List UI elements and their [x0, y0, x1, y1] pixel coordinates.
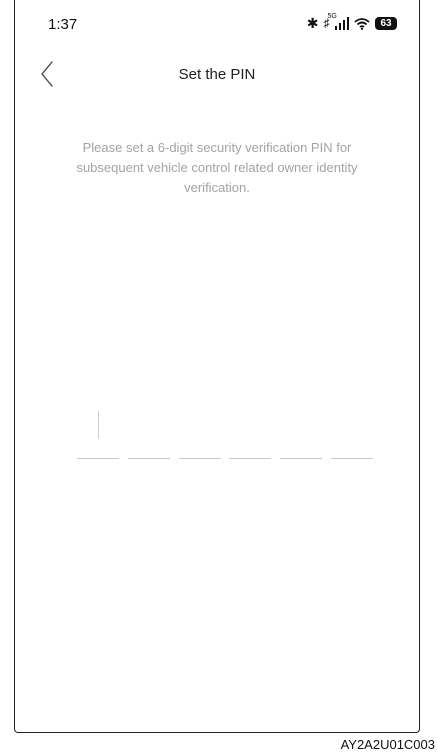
pin-digit-slot-1[interactable]: [77, 407, 119, 459]
phone-screen: 1:37 ✱ ♯ 5G 63 Set the PIN Please set a …: [14, 0, 420, 733]
status-bar: 1:37 ✱ ♯ 5G 63: [15, 0, 419, 48]
text-cursor: [98, 411, 99, 439]
network-type-label: 5G: [327, 13, 337, 20]
signal-icon: 5G: [328, 13, 349, 30]
page-title: Set the PIN: [178, 66, 256, 83]
wifi-icon: [354, 17, 370, 30]
pin-digit-slot-6[interactable]: [330, 407, 373, 459]
battery-icon: 63: [375, 16, 397, 30]
pin-digit-slot-2[interactable]: [127, 407, 170, 459]
pin-digit-slot-3[interactable]: [178, 407, 221, 459]
pin-digit-slot-4[interactable]: [229, 407, 272, 459]
nav-bar: Set the PIN: [15, 56, 419, 92]
status-time: 1:37: [48, 16, 78, 33]
bluetooth-icon: ✱: [306, 15, 319, 31]
pin-digit-slot-5[interactable]: [280, 407, 323, 459]
pin-instruction-text: Please set a 6-digit security verificati…: [76, 140, 358, 195]
figure-code-label: AY2A2U01C003: [340, 737, 435, 752]
pin-input[interactable]: [77, 407, 373, 459]
status-icons: ✱ ♯ 5G 63: [306, 13, 397, 32]
